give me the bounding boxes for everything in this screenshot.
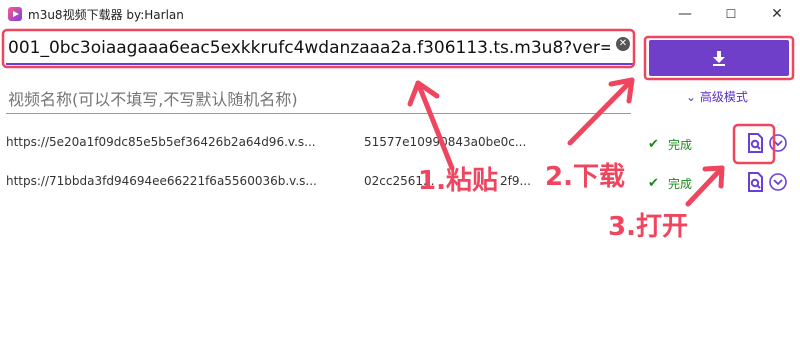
chevron-down-icon: ⌄ xyxy=(686,90,697,104)
task-status: 完成 xyxy=(668,138,693,152)
check-icon: ✔ xyxy=(648,176,659,191)
title-bar: m3u8视频下载器 by:Harlan — ☐ ✕ xyxy=(0,0,800,28)
task-url: https://71bbda3fd94694ee66221f6a5560036b… xyxy=(6,174,317,188)
download-icon xyxy=(713,51,725,66)
open-file-icon[interactable] xyxy=(745,133,765,153)
task-row: https://71bbda3fd94694ee66221f6a5560036b… xyxy=(0,170,800,196)
maximize-button[interactable]: ☐ xyxy=(708,0,754,28)
download-button[interactable] xyxy=(649,40,789,76)
expand-chevron-icon[interactable] xyxy=(769,173,787,191)
open-file-icon[interactable] xyxy=(745,172,765,192)
window-title: m3u8视频下载器 by:Harlan xyxy=(28,8,184,22)
step1-label: 1.粘贴 xyxy=(418,166,498,196)
m3u8-url-input[interactable] xyxy=(6,33,634,65)
minimize-button[interactable]: — xyxy=(662,0,708,28)
task-row: https://5e20a1f09dc85e5b5ef36426b2a64d96… xyxy=(0,131,800,157)
step2-label: 2.下载 xyxy=(545,162,625,192)
task-status: 完成 xyxy=(668,177,693,191)
check-icon: ✔ xyxy=(648,137,659,152)
advanced-mode-label: 高级模式 xyxy=(699,90,748,104)
task-key: 51577e10990843a0be0c... xyxy=(364,135,527,149)
app-logo-icon xyxy=(8,7,22,21)
task-key-tail: 2f9... xyxy=(500,174,531,188)
advanced-mode-link[interactable]: ⌄ 高级模式 xyxy=(686,88,748,105)
step3-label: 3.打开 xyxy=(608,212,688,242)
task-url: https://5e20a1f09dc85e5b5ef36426b2a64d96… xyxy=(6,135,316,149)
video-name-input[interactable] xyxy=(6,86,631,114)
close-button[interactable]: ✕ xyxy=(754,0,800,28)
expand-chevron-icon[interactable] xyxy=(769,134,787,152)
clear-input-icon[interactable]: ✕ xyxy=(616,37,630,51)
